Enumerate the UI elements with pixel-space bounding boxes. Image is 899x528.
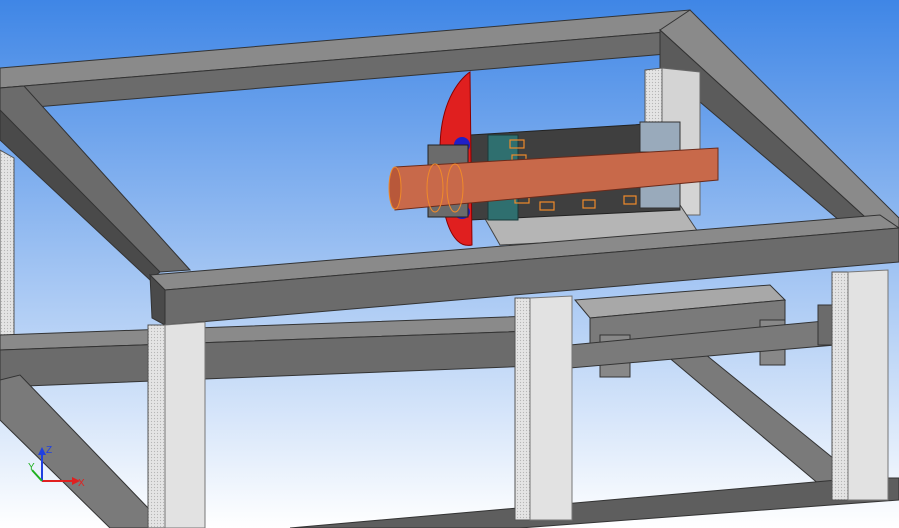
y-axis-label: Y xyxy=(28,462,35,473)
z-axis-label: Z xyxy=(46,445,52,456)
frame-post-far-left[interactable] xyxy=(0,149,15,346)
x-axis-label: X xyxy=(78,478,85,489)
frame-post-front-left[interactable] xyxy=(147,321,206,528)
frame-post-front-right[interactable] xyxy=(831,269,889,501)
cad-3d-viewport[interactable]: X Z Y xyxy=(0,0,899,528)
frame-post-front-middle[interactable] xyxy=(514,295,573,521)
